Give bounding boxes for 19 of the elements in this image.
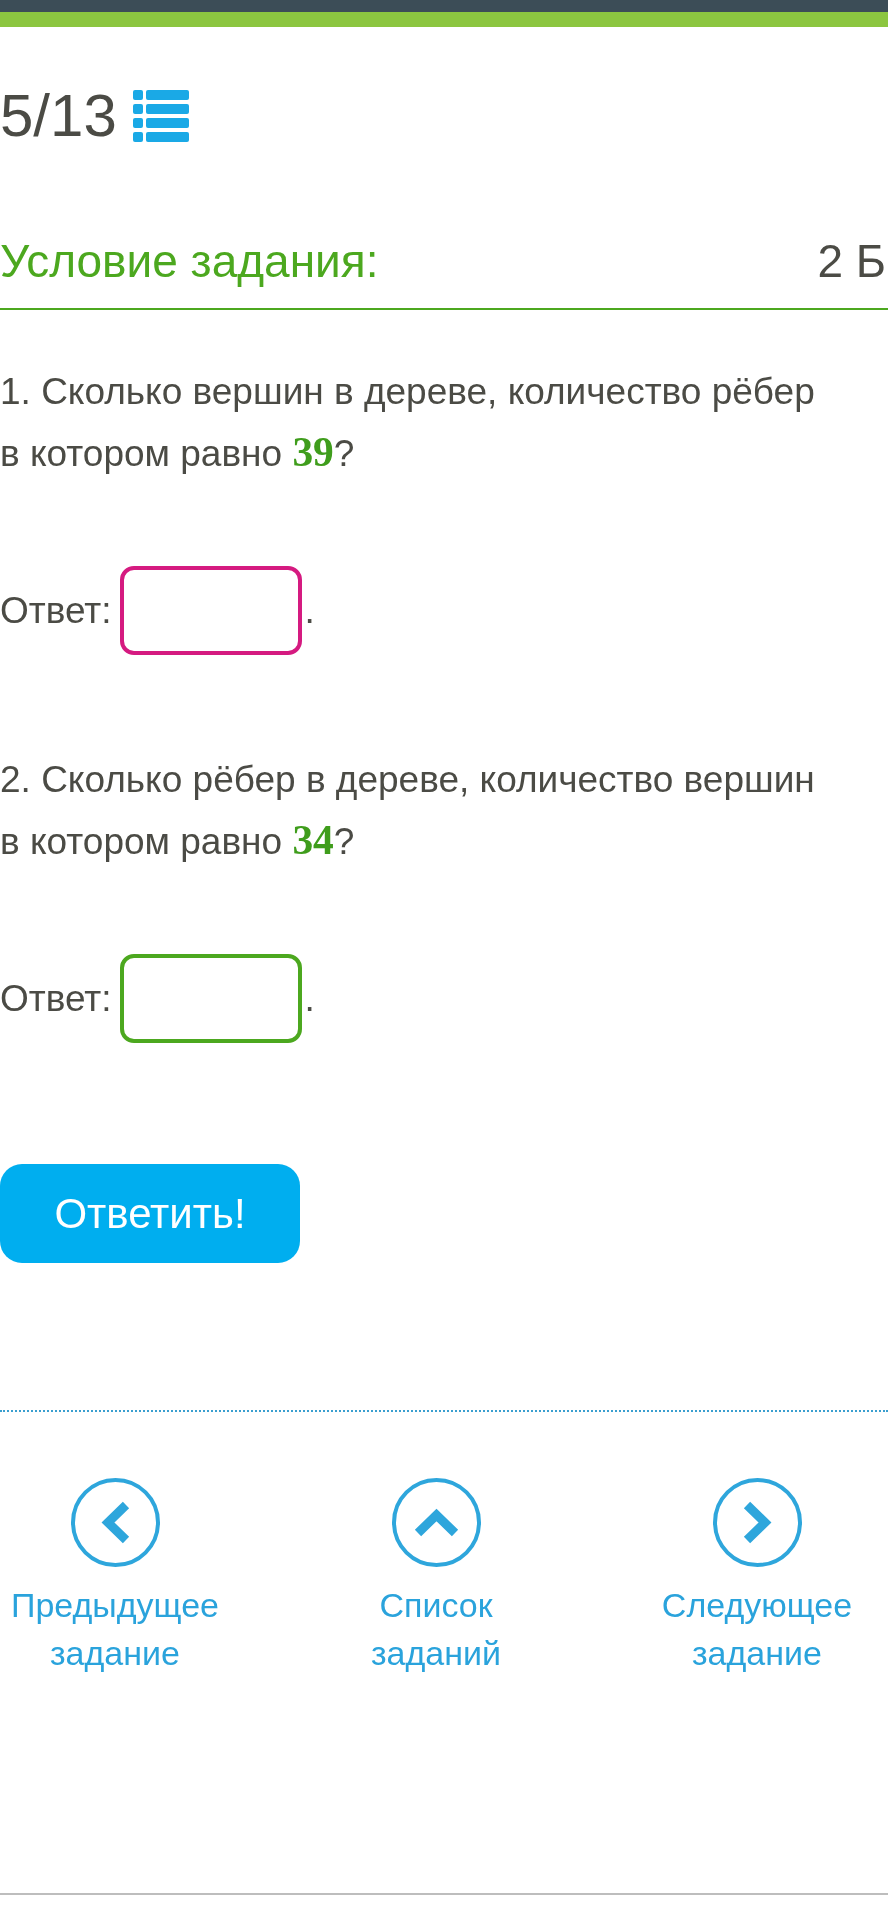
question-text: 1. Сколько вершин в дереве, количество рёбер в котором равно 39? xyxy=(0,370,816,477)
points-text: 2 Б xyxy=(817,234,887,289)
nav-link[interactable]: Предыдущее задание xyxy=(3,1478,227,1677)
circle-chevron-right-icon xyxy=(712,1478,802,1567)
submit-button[interactable]: Ответить! xyxy=(0,1164,300,1263)
task-counter: 5/13 xyxy=(0,81,117,151)
circle-chevron-up-icon xyxy=(391,1478,481,1567)
section-heading: Условие задания: xyxy=(0,234,379,289)
question-text: 2. Сколько рёбер в дереве, количество вершин в котором равно 34? xyxy=(0,758,816,865)
answer-field[interactable] xyxy=(119,566,302,655)
answer-label: Ответ: xyxy=(0,976,112,1021)
list-icon[interactable] xyxy=(132,90,189,142)
nav-link[interactable]: Следующее задание xyxy=(645,1478,869,1677)
circle-chevron-left-icon xyxy=(70,1478,160,1567)
answer-label: Ответ: xyxy=(0,588,112,633)
period-text: . xyxy=(304,589,315,633)
period-text: . xyxy=(304,977,315,1021)
answer-field[interactable] xyxy=(119,954,302,1043)
nav-link[interactable]: Список заданий xyxy=(324,1478,548,1677)
